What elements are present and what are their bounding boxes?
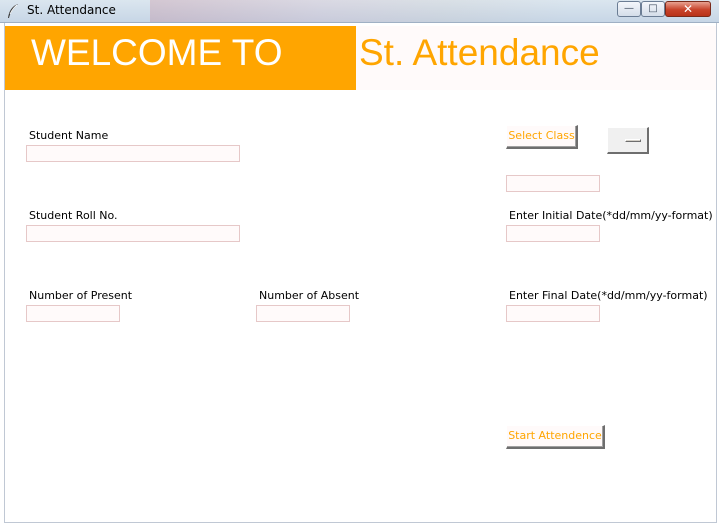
option-indicator-icon: [625, 139, 641, 142]
title-bar[interactable]: St. Attendance — □ ✕: [0, 0, 719, 23]
student-name-input[interactable]: [26, 145, 240, 162]
app-window: St. Attendance — □ ✕ WELCOME TO St. Atte…: [0, 0, 719, 526]
initial-date-label: Enter Initial Date(*dd/mm/yy-format): [509, 209, 713, 222]
present-label: Number of Present: [29, 289, 133, 302]
feather-icon: [8, 4, 18, 18]
final-date-input[interactable]: [506, 305, 600, 322]
roll-no-input[interactable]: [26, 225, 240, 242]
class-display-input[interactable]: [506, 175, 600, 192]
absent-label: Number of Absent: [259, 289, 360, 302]
student-name-label: Student Name: [29, 129, 109, 142]
title-bar-background: [150, 0, 570, 22]
window-title: St. Attendance: [27, 3, 116, 17]
close-button[interactable]: ✕: [665, 1, 711, 17]
welcome-banner: WELCOME TO: [5, 26, 356, 90]
minimize-button[interactable]: —: [617, 1, 641, 17]
present-input[interactable]: [26, 305, 120, 322]
initial-date-input[interactable]: [506, 225, 600, 242]
final-date-label: Enter Final Date(*dd/mm/yy-format): [509, 289, 708, 302]
start-attendance-button[interactable]: Start Attendence: [506, 425, 605, 449]
app-title-label: St. Attendance: [359, 32, 600, 73]
maximize-button[interactable]: □: [641, 1, 665, 17]
app-title-area: St. Attendance: [356, 26, 716, 90]
class-option-menu[interactable]: [607, 127, 649, 154]
absent-input[interactable]: [256, 305, 350, 322]
client-area: WELCOME TO St. Attendance Student Name S…: [4, 23, 717, 523]
roll-no-label: Student Roll No.: [29, 209, 118, 222]
select-class-button[interactable]: Select Class: [506, 125, 578, 149]
welcome-label: WELCOME TO: [31, 32, 283, 73]
